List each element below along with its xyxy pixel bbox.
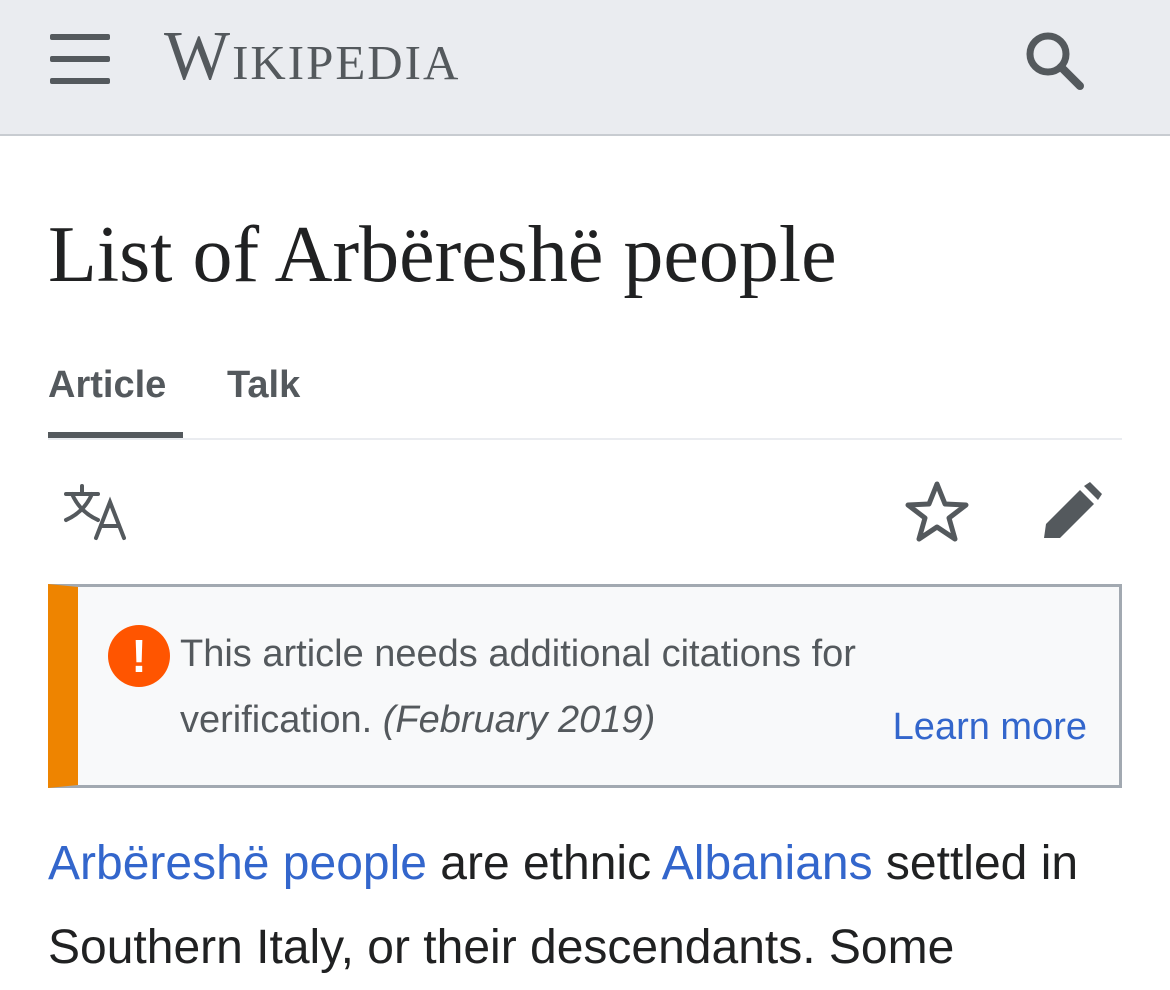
language-icon[interactable] bbox=[62, 482, 134, 542]
learn-more-link[interactable]: Learn more bbox=[893, 705, 1087, 749]
page-title: List of Arbëreshë people bbox=[48, 211, 837, 299]
notice-date: (February 2019) bbox=[382, 699, 656, 741]
tab-article[interactable]: Article bbox=[48, 362, 166, 408]
pencil-icon[interactable] bbox=[1040, 480, 1104, 542]
wikipedia-wordmark[interactable]: Wikipedia bbox=[164, 22, 460, 92]
citation-notice: ! This article needs additional citation… bbox=[48, 584, 1122, 788]
header-bar: Wikipedia bbox=[0, 0, 1170, 136]
star-icon[interactable] bbox=[904, 480, 970, 544]
tab-article-indicator bbox=[48, 432, 183, 438]
link-arbereshe-people[interactable]: Arbëreshë people bbox=[48, 837, 427, 890]
page-tabs: Article Talk bbox=[48, 362, 1122, 440]
menu-icon[interactable] bbox=[50, 34, 110, 84]
link-albanians[interactable]: Albanians bbox=[662, 837, 873, 890]
notice-line2: verification. bbox=[180, 699, 373, 741]
tab-talk[interactable]: Talk bbox=[227, 362, 300, 408]
intro-text-1: are ethnic bbox=[426, 837, 662, 890]
notice-line1: This article needs additional citations … bbox=[180, 633, 856, 675]
search-icon[interactable] bbox=[1024, 30, 1086, 92]
intro-paragraph: Arbëreshë people are ethnic Albanians se… bbox=[48, 822, 1128, 990]
exclamation-icon: ! bbox=[108, 625, 170, 687]
